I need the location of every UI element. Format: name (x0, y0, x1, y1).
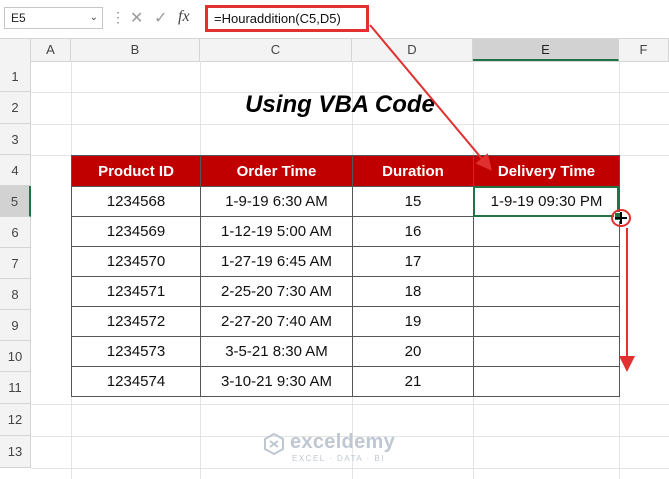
confirm-icon[interactable]: ✓ (154, 8, 167, 28)
cell-delivery-time[interactable] (473, 276, 620, 307)
column-header-d[interactable]: D (352, 39, 473, 61)
cell-delivery-time[interactable] (473, 336, 620, 367)
column-header-a[interactable]: A (31, 39, 71, 61)
row-header-5[interactable]: 5 (0, 186, 31, 217)
insert-function-icon[interactable]: fx (178, 8, 190, 26)
row-header-7[interactable]: 7 (0, 248, 31, 279)
row-header-6[interactable]: 6 (0, 217, 31, 248)
row-header-13[interactable]: 13 (0, 436, 31, 468)
gridline (31, 468, 669, 469)
cell-product-id[interactable]: 1234569 (71, 216, 201, 247)
row-header-10[interactable]: 10 (0, 341, 31, 372)
cell-delivery-time[interactable] (473, 246, 620, 277)
header-order-time[interactable]: Order Time (200, 155, 353, 187)
cell-duration[interactable]: 15 (352, 186, 474, 217)
formula-bar-area: E5 ⌄ ⋮ ✕ ✓ fx =Houraddition(C5,D5) (0, 0, 669, 39)
cell-product-id[interactable]: 1234574 (71, 366, 201, 397)
row-header-11[interactable]: 11 (0, 372, 31, 404)
formula-input[interactable]: =Houraddition(C5,D5) (205, 5, 369, 32)
gridline (31, 124, 669, 125)
name-box-value: E5 (11, 11, 26, 25)
exceldemy-logo-icon (264, 432, 284, 456)
more-options-icon[interactable]: ⋮ (111, 9, 125, 26)
column-header-b[interactable]: B (71, 39, 200, 61)
column-header-e[interactable]: E (473, 39, 619, 61)
row-header-12[interactable]: 12 (0, 404, 31, 436)
row-header-8[interactable]: 8 (0, 279, 31, 310)
active-cell-outline (473, 186, 619, 217)
gridline (31, 404, 669, 405)
sheet-title: Using VBA Code (245, 91, 435, 118)
cell-order-time[interactable]: 2-27-20 7:40 AM (200, 306, 353, 337)
cell-order-time[interactable]: 3-10-21 9:30 AM (200, 366, 353, 397)
cell-delivery-time[interactable] (473, 216, 620, 247)
cell-product-id[interactable]: 1234570 (71, 246, 201, 277)
cell-duration[interactable]: 20 (352, 336, 474, 367)
table-row: 1234569 1-12-19 5:00 AM 16 (71, 216, 620, 247)
column-header-f[interactable]: F (619, 39, 669, 61)
table-row: 1234572 2-27-20 7:40 AM 19 (71, 306, 620, 337)
cell-order-time[interactable]: 1-27-19 6:45 AM (200, 246, 353, 277)
table-row: 1234573 3-5-21 8:30 AM 20 (71, 336, 620, 367)
name-box[interactable]: E5 ⌄ (4, 7, 103, 29)
table-header-row: Product ID Order Time Duration Delivery … (71, 155, 620, 187)
row-header-3[interactable]: 3 (0, 124, 31, 155)
table-row: 1234574 3-10-21 9:30 AM 21 (71, 366, 620, 397)
cell-duration[interactable]: 19 (352, 306, 474, 337)
watermark-name: exceldemy (290, 431, 395, 453)
cell-order-time[interactable]: 1-9-19 6:30 AM (200, 186, 353, 217)
formula-actions: ✕ ✓ fx (126, 8, 202, 28)
cell-delivery-time[interactable] (473, 306, 620, 337)
cell-order-time[interactable]: 2-25-20 7:30 AM (200, 276, 353, 307)
cell-product-id[interactable]: 1234568 (71, 186, 201, 217)
row-header-2[interactable]: 2 (0, 92, 31, 124)
cell-product-id[interactable]: 1234572 (71, 306, 201, 337)
cell-duration[interactable]: 17 (352, 246, 474, 277)
chevron-down-icon[interactable]: ⌄ (90, 8, 98, 28)
column-header-c[interactable]: C (200, 39, 352, 61)
header-product-id[interactable]: Product ID (71, 155, 201, 187)
select-all-corner[interactable] (0, 39, 31, 61)
cell-duration[interactable]: 16 (352, 216, 474, 247)
cell-duration[interactable]: 18 (352, 276, 474, 307)
cell-product-id[interactable]: 1234573 (71, 336, 201, 367)
table-row: 1234570 1-27-19 6:45 AM 17 (71, 246, 620, 277)
header-duration[interactable]: Duration (352, 155, 474, 187)
cell-duration[interactable]: 21 (352, 366, 474, 397)
cell-order-time[interactable]: 1-12-19 5:00 AM (200, 216, 353, 247)
cancel-icon[interactable]: ✕ (130, 8, 143, 28)
header-delivery-time[interactable]: Delivery Time (473, 155, 620, 187)
cell-product-id[interactable]: 1234571 (71, 276, 201, 307)
row-header-4[interactable]: 4 (0, 155, 31, 186)
column-header-row: A B C D E F (0, 39, 669, 62)
cell-delivery-time[interactable] (473, 366, 620, 397)
table-row: 1234571 2-25-20 7:30 AM 18 (71, 276, 620, 307)
watermark-tagline: EXCEL · DATA · BI (292, 454, 385, 463)
fill-handle-highlight-circle (611, 209, 631, 227)
row-header-9[interactable]: 9 (0, 310, 31, 341)
row-header-1[interactable]: 1 (0, 61, 31, 92)
cell-order-time[interactable]: 3-5-21 8:30 AM (200, 336, 353, 367)
